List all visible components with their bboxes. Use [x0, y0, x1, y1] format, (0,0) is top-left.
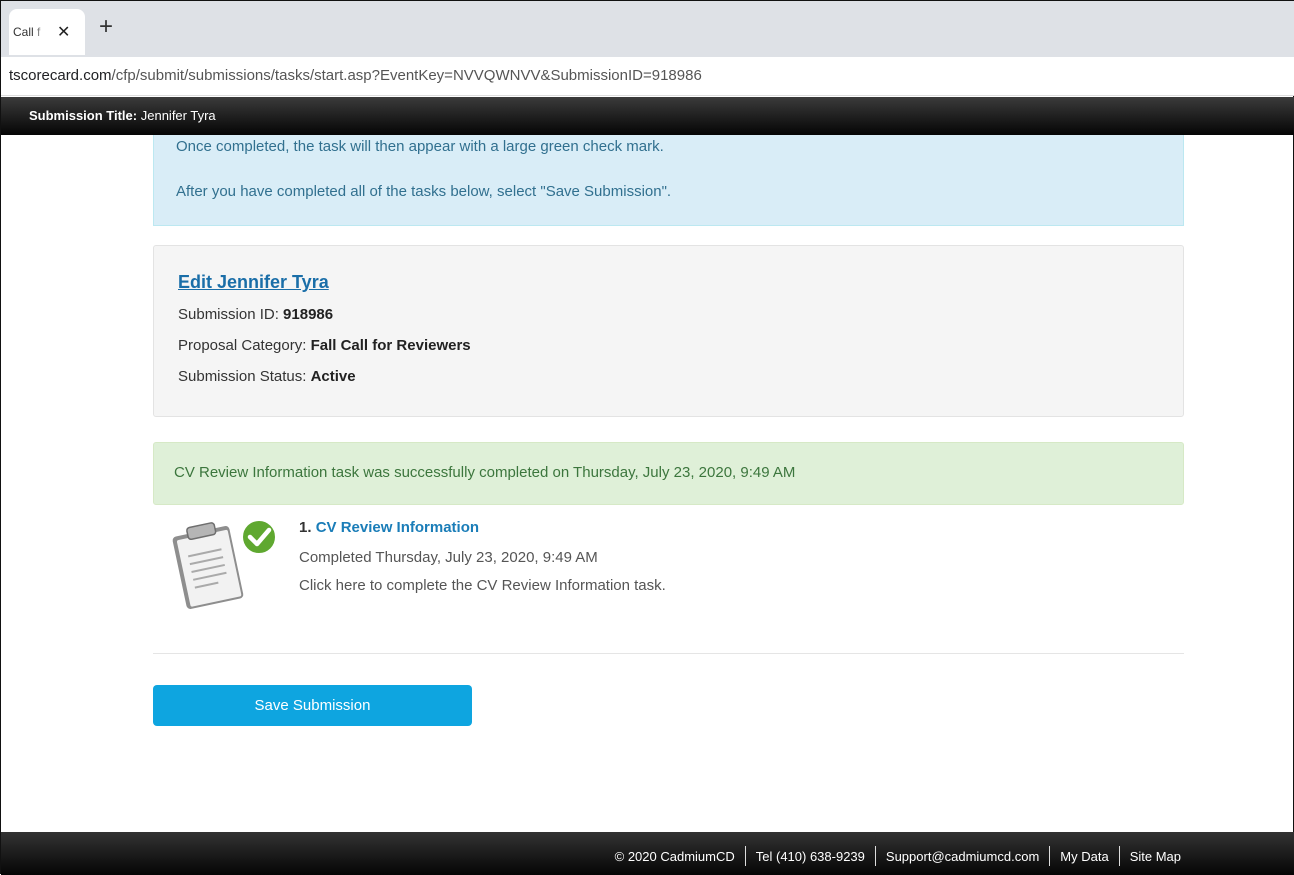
footer-separator: [744, 846, 746, 866]
url-path: /cfp/submit/submissions/tasks/start.asp?…: [111, 67, 702, 84]
instructions-box: Once completed, the task will then appea…: [153, 135, 1184, 226]
submission-id-row: Submission ID: 918986: [178, 306, 333, 323]
submission-title: Submission Title: Jennifer Tyra: [29, 108, 216, 123]
instruction-line-1: Once completed, the task will then appea…: [176, 138, 664, 155]
instruction-line-2: After you have completed all of the task…: [176, 183, 672, 200]
submission-id-value: 918986: [283, 306, 334, 323]
task-heading: 1. CV Review Information: [299, 519, 479, 536]
submission-status-value: Active: [310, 368, 356, 385]
divider: [153, 653, 1184, 654]
url-domain: tscorecard.com: [9, 67, 112, 84]
browser-tabstrip: Call f ✕ +: [1, 1, 1294, 57]
footer-separator: [874, 846, 876, 866]
task-number: 1.: [299, 519, 312, 536]
footer-support-link[interactable]: Support@cadmiumcd.com: [886, 849, 1039, 864]
task-item[interactable]: 1. CV Review Information Completed Thurs…: [165, 513, 1165, 613]
edit-submission-link[interactable]: Edit Jennifer Tyra: [178, 272, 329, 293]
submission-id-label: Submission ID:: [178, 306, 279, 323]
tab-close-icon[interactable]: ✕: [57, 22, 70, 42]
footer-tel: Tel (410) 638-9239: [755, 848, 865, 864]
proposal-category-row: Proposal Category: Fall Call for Reviewe…: [178, 337, 471, 354]
submission-title-label: Submission Title:: [29, 108, 138, 123]
footer-separator: [1049, 846, 1051, 866]
proposal-category-label: Proposal Category:: [178, 337, 307, 354]
success-alert: CV Review Information task was successfu…: [153, 442, 1184, 505]
tab-title: Call f: [13, 25, 41, 39]
proposal-category-value: Fall Call for Reviewers: [310, 337, 471, 354]
task-completed-date: Completed Thursday, July 23, 2020, 9:49 …: [299, 549, 598, 566]
submission-details: Edit Jennifer Tyra Submission ID: 918986…: [153, 245, 1184, 417]
submission-title-value: Jennifer Tyra: [140, 108, 216, 123]
submission-status-label: Submission Status:: [178, 368, 307, 385]
browser-tab[interactable]: Call f ✕: [9, 9, 85, 55]
task-instruction[interactable]: Click here to complete the CV Review Inf…: [299, 577, 666, 594]
footer-links: © 2020 CadmiumCD Tel (410) 638-9239 Supp…: [615, 846, 1181, 866]
footer-copyright: © 2020 CadmiumCD: [614, 848, 735, 864]
success-message: CV Review Information task was successfu…: [174, 464, 796, 481]
task-title-link[interactable]: CV Review Information: [316, 519, 479, 536]
submission-title-bar: Submission Title: Jennifer Tyra: [1, 97, 1294, 135]
save-submission-button[interactable]: Save Submission: [153, 685, 472, 726]
address-bar[interactable]: tscorecard.com/cfp/submit/submissions/ta…: [1, 57, 1294, 96]
footer-separator: [1118, 846, 1120, 866]
url-text[interactable]: tscorecard.com/cfp/submit/submissions/ta…: [9, 67, 702, 84]
footer-my-data-link[interactable]: My Data: [1060, 849, 1108, 864]
footer-site-map-link[interactable]: Site Map: [1130, 849, 1181, 864]
footer: © 2020 CadmiumCD Tel (410) 638-9239 Supp…: [1, 832, 1294, 875]
submission-status-row: Submission Status: Active: [178, 368, 356, 385]
new-tab-icon[interactable]: +: [99, 15, 113, 39]
clipboard-check-icon[interactable]: [165, 515, 277, 610]
